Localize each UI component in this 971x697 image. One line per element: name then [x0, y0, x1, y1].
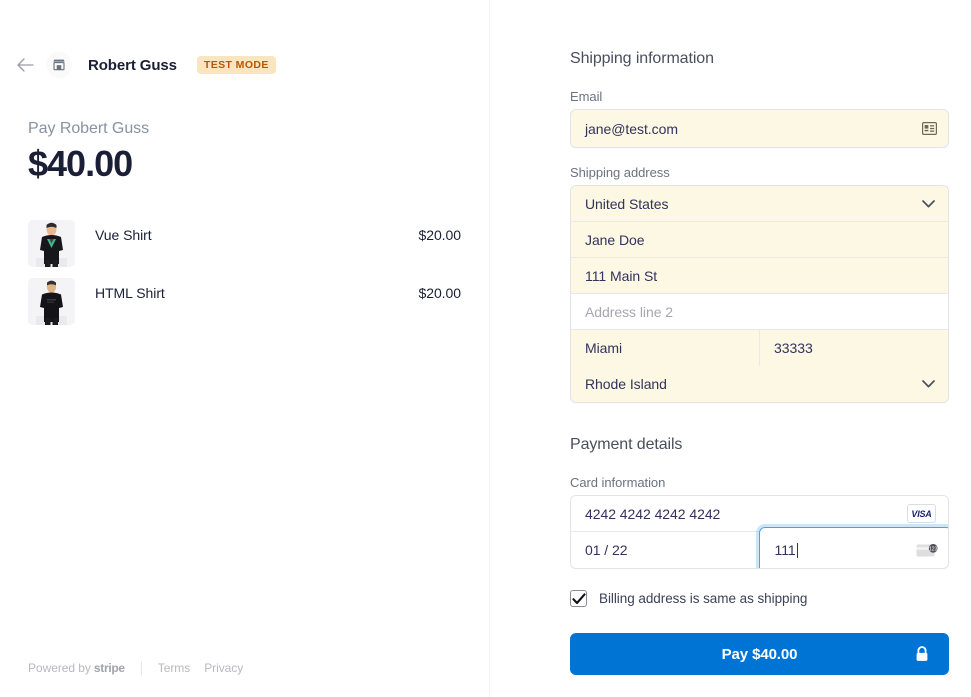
city-value: Miami [585, 340, 623, 356]
list-item: Vue Shirt $20.00 [28, 219, 461, 278]
item-name: Vue Shirt [95, 226, 152, 243]
item-price: $20.00 [418, 226, 461, 243]
line-items-list: Vue Shirt $20.00 HTML Shirt $20.00 [28, 219, 461, 336]
state-select[interactable]: Rhode Island [571, 366, 948, 402]
email-field-group: Email jane@test.com [570, 89, 949, 148]
card-expiry-value: 01 / 22 [585, 542, 628, 558]
address-line2-input[interactable]: Address line 2 [571, 294, 948, 330]
lock-icon [915, 646, 929, 662]
privacy-link[interactable]: Privacy [204, 661, 243, 675]
billing-address-checkbox-row[interactable]: Billing address is same as shipping [570, 590, 949, 607]
full-name-input[interactable]: Jane Doe [571, 222, 948, 258]
stripe-checkout-page: Robert Guss TEST MODE Pay Robert Guss $4… [0, 0, 971, 697]
vue-shirt-photo [28, 219, 75, 267]
card-information-group: 4242 4242 4242 4242 VISA 01 / 22 111 123 [570, 495, 949, 569]
email-label: Email [570, 89, 603, 104]
total-amount: $40.00 [28, 143, 133, 184]
visa-label: VISA [911, 508, 932, 519]
city-zip-row: Miami 33333 [571, 330, 948, 366]
storefront-icon [46, 52, 72, 78]
state-value: Rhode Island [585, 376, 667, 392]
merchant-header: Robert Guss TEST MODE [14, 0, 461, 78]
zip-value: 33333 [774, 340, 813, 356]
contact-card-icon[interactable] [922, 122, 937, 135]
pay-to-label: Pay Robert Guss [28, 120, 150, 137]
list-item: HTML Shirt $20.00 [28, 277, 461, 336]
footer: Powered by stripe Terms Privacy [28, 661, 257, 675]
expiry-cvc-row: 01 / 22 111 123 [571, 527, 948, 568]
chevron-down-icon [922, 199, 935, 208]
billing-address-checkbox-label: Billing address is same as shipping [599, 591, 808, 606]
payment-details-section: Payment details Card information 4242 42… [570, 436, 949, 675]
chevron-down-icon [922, 380, 935, 388]
svg-text:123: 123 [929, 546, 938, 552]
country-value: United States [585, 195, 669, 212]
order-summary-panel: Robert Guss TEST MODE Pay Robert Guss $4… [0, 0, 490, 697]
back-arrow-icon[interactable] [14, 54, 36, 76]
item-price: $20.00 [418, 284, 461, 301]
full-name-value: Jane Doe [585, 231, 645, 248]
shipping-section-title: Shipping information [570, 50, 714, 67]
visa-brand-icon: VISA [907, 504, 936, 523]
card-cvc-input[interactable]: 111 123 [758, 527, 948, 568]
stripe-wordmark: stripe [93, 661, 125, 675]
terms-link[interactable]: Terms [158, 661, 190, 675]
country-select[interactable]: United States [571, 186, 948, 222]
email-input-wrapper: jane@test.com [570, 109, 949, 148]
html-shirt-photo [28, 277, 75, 325]
footer-divider [140, 661, 142, 675]
shipping-address-group: United States Jane Doe 111 Main St Addre… [570, 185, 949, 403]
zip-input[interactable]: 33333 [760, 330, 948, 366]
card-cvc-value: 111 [760, 542, 917, 558]
address-line2-placeholder: Address line 2 [585, 303, 674, 320]
test-mode-badge: TEST MODE [196, 56, 276, 74]
shipping-address-label: Shipping address [570, 165, 670, 180]
payment-section-title: Payment details [570, 436, 683, 453]
pay-button[interactable]: Pay $40.00 [570, 633, 949, 675]
billing-address-checkbox[interactable] [570, 590, 587, 607]
card-number-value: 4242 4242 4242 4242 [585, 505, 721, 522]
powered-by-label: Powered by [28, 661, 91, 675]
pay-button-label: Pay $40.00 [721, 645, 798, 663]
address-line1-value: 111 Main St [585, 267, 658, 284]
cvc-digits: 111 [774, 542, 796, 558]
address-line1-input[interactable]: 111 Main St [571, 258, 948, 294]
card-expiry-input[interactable]: 01 / 22 [571, 532, 760, 568]
text-caret [796, 543, 798, 558]
payment-form-panel: Shipping information Email jane@test.com [490, 0, 971, 697]
card-information-label: Card information [570, 475, 666, 490]
city-input[interactable]: Miami [571, 330, 760, 366]
card-cvc-cell: 111 123 [758, 527, 948, 568]
merchant-name: Robert Guss [88, 56, 177, 74]
email-input[interactable]: jane@test.com [571, 110, 948, 147]
item-name: HTML Shirt [95, 284, 165, 301]
email-value: jane@test.com [585, 120, 678, 137]
cvc-card-icon: 123 [916, 543, 939, 558]
